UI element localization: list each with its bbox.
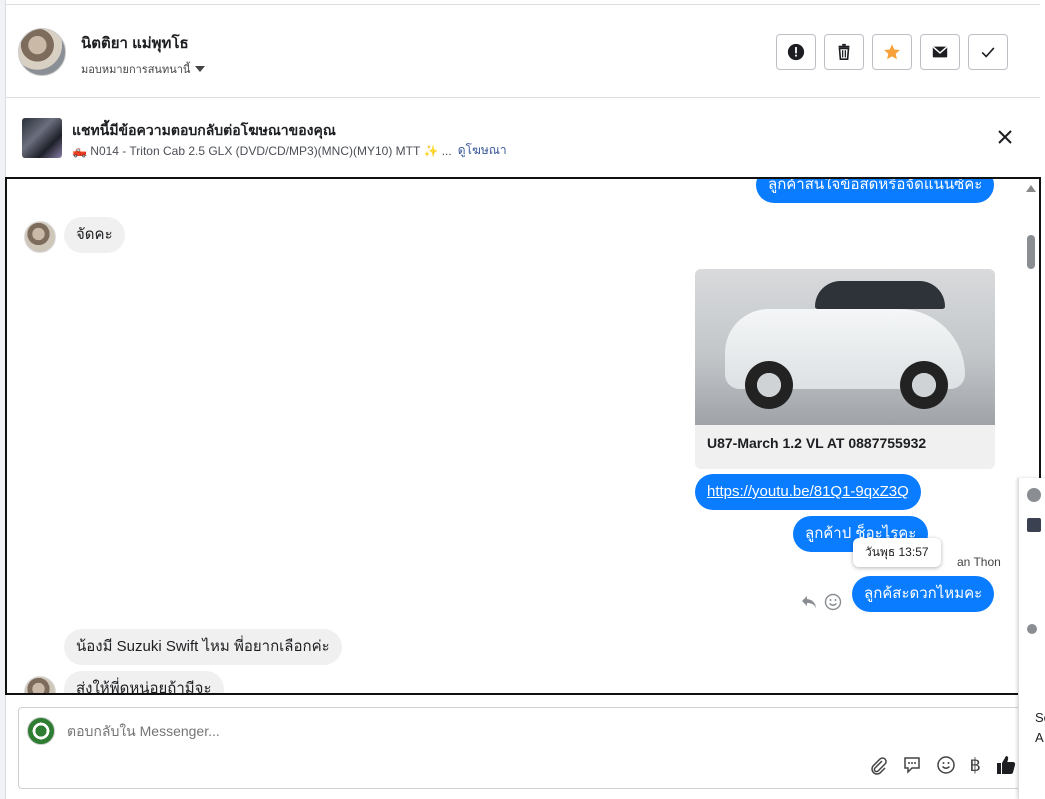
seen-by-label: an Thon [957, 555, 1001, 569]
composer-toolbar: ฿ [868, 754, 1017, 776]
timestamp-tooltip: วันพุธ 13:57 [853, 538, 941, 567]
view-ad-link[interactable]: ดูโฆษณา [458, 141, 507, 160]
payment-baht-icon[interactable]: ฿ [970, 755, 981, 776]
ad-reply-banner: แชทนี้มีข้อความตอบกลับต่อโฆษณาของคุณ 🛻 N… [6, 98, 1040, 176]
assign-conversation-dropdown[interactable]: มอบหมายการสนทนานี้ [81, 60, 206, 78]
panel-text: Sc [1035, 710, 1045, 725]
page-avatar [27, 717, 55, 745]
avatar [1027, 488, 1041, 502]
mark-unread-button[interactable] [920, 34, 960, 70]
card-caption: U87-March 1.2 VL AT 0887755932 [707, 435, 927, 451]
emoji-react-icon[interactable] [824, 593, 842, 611]
reply-composer: ฿ [18, 707, 1028, 789]
paperclip-icon[interactable] [868, 755, 888, 775]
outgoing-message: ลูกค้าสนใจข้อสดหรือจัดแนนซ์คะ [756, 179, 995, 203]
incoming-message: ส่งให้พี่ดหน่อยถ้ามีจะ [64, 671, 224, 693]
messenger-inbox: นิตติยา แม่พุทโธ มอบหมายการสนทนานี้ แชทน… [0, 0, 1045, 799]
envelope-icon [932, 46, 948, 58]
close-banner-button[interactable] [994, 126, 1016, 148]
alert-icon [787, 43, 805, 61]
header-actions [776, 34, 1008, 70]
message-thread[interactable]: ลูกค้าสนใจข้อสดหรือจัดแนนซ์คะ จัดคะ U87-… [5, 177, 1041, 695]
outgoing-message: ลูกค้สะดวกไหมคะ [852, 576, 995, 612]
contact-avatar-small [24, 221, 56, 253]
message-hover-actions [800, 593, 842, 611]
star-button[interactable] [872, 34, 912, 70]
checkmark-icon [981, 47, 995, 58]
side-conversation-panel[interactable]: Sc A [1018, 478, 1045, 799]
ad-thumbnail [22, 118, 62, 158]
ad-banner-subtitle: 🛻 N014 - Triton Cab 2.5 GLX (DVD/CD/MP3)… [72, 141, 507, 160]
incoming-message: จัดคะ [64, 217, 125, 253]
close-icon [998, 130, 1012, 144]
avatar [1027, 624, 1037, 634]
incoming-message: น้องมี Suzuki Swift ไหม พี่อยากเลือกค่ะ [64, 629, 342, 665]
contact-avatar-small [24, 676, 56, 693]
mark-done-button[interactable] [968, 34, 1008, 70]
scroll-thumb[interactable] [1027, 235, 1035, 269]
scroll-up-arrow[interactable] [1026, 185, 1036, 192]
emoji-icon[interactable] [936, 755, 956, 775]
reply-icon[interactable] [800, 593, 818, 611]
contact-avatar[interactable] [18, 28, 66, 76]
product-card-message[interactable]: U87-March 1.2 VL AT 0887755932 [695, 269, 995, 469]
mark-spam-button[interactable] [776, 34, 816, 70]
thumbs-up-icon[interactable] [995, 754, 1017, 776]
conversation-header: นิตติยา แม่พุทโธ มอบหมายการสนทนานี้ [6, 4, 1040, 98]
delete-button[interactable] [824, 34, 864, 70]
car-photo [695, 269, 995, 425]
avatar [1027, 518, 1041, 532]
panel-text: A [1035, 730, 1044, 745]
trash-icon [838, 43, 850, 61]
ad-banner-title: แชทนี้มีข้อความตอบกลับต่อโฆษณาของคุณ [72, 122, 336, 138]
link-message[interactable]: https://youtu.be/81Q1-9qxZ3Q [695, 474, 921, 510]
contact-name[interactable]: นิตติยา แม่พุทโธ [81, 31, 189, 55]
chevron-down-icon [195, 66, 206, 72]
star-icon [884, 44, 900, 60]
saved-replies-icon[interactable] [902, 755, 922, 775]
reply-input[interactable] [67, 723, 767, 739]
assign-label: มอบหมายการสนทนานี้ [81, 64, 191, 76]
ad-product-name: 🛻 N014 - Triton Cab 2.5 GLX (DVD/CD/MP3)… [72, 143, 452, 158]
